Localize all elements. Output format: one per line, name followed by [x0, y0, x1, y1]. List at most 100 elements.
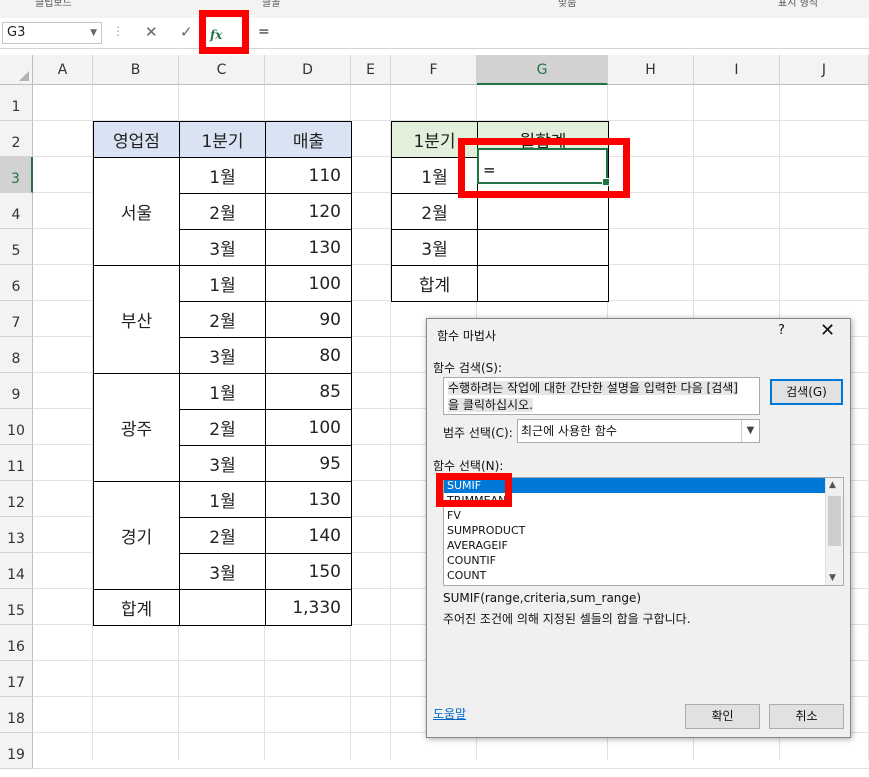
row-header-9[interactable]: 9: [0, 373, 33, 409]
summary-month-cell[interactable]: 1월: [391, 157, 478, 194]
select-all-button[interactable]: [0, 55, 33, 85]
sales-cell[interactable]: 95: [265, 445, 352, 482]
insert-function-icon[interactable]: fx: [210, 28, 222, 42]
row-header-5[interactable]: 5: [0, 229, 33, 265]
column-header-a[interactable]: A: [33, 55, 93, 85]
table-header-branch[interactable]: 영업점: [93, 121, 180, 158]
sales-cell[interactable]: 90: [265, 301, 352, 338]
category-select[interactable]: 최근에 사용한 함수 ▼: [517, 419, 760, 443]
function-list-item[interactable]: COUNT: [444, 568, 827, 583]
month-cell[interactable]: 3월: [179, 553, 266, 590]
month-cell[interactable]: 1월: [179, 265, 266, 302]
row-header-10[interactable]: 10: [0, 409, 33, 445]
month-cell[interactable]: 1월: [179, 373, 266, 410]
column-header-j[interactable]: J: [780, 55, 869, 85]
sales-cell[interactable]: 140: [265, 517, 352, 554]
row-header-16[interactable]: 16: [0, 625, 33, 661]
sales-cell[interactable]: 80: [265, 337, 352, 374]
fill-handle[interactable]: [602, 178, 610, 186]
summary-value-cell[interactable]: [477, 265, 609, 302]
sales-cell[interactable]: 100: [265, 265, 352, 302]
sales-cell[interactable]: 150: [265, 553, 352, 590]
month-cell[interactable]: 3월: [179, 229, 266, 266]
summary-header-quarter[interactable]: 1분기: [391, 121, 478, 158]
function-list-item[interactable]: FV: [444, 508, 827, 523]
function-list-item[interactable]: SUMIF: [444, 478, 827, 493]
month-cell[interactable]: 3월: [179, 337, 266, 374]
summary-month-cell[interactable]: 합계: [391, 265, 478, 302]
function-list-item[interactable]: COUNTIF: [444, 553, 827, 568]
row-header-4[interactable]: 4: [0, 193, 33, 229]
row-header-12[interactable]: 12: [0, 481, 33, 517]
row-header-8[interactable]: 8: [0, 337, 33, 373]
row-header-6[interactable]: 6: [0, 265, 33, 301]
sales-cell[interactable]: 130: [265, 229, 352, 266]
column-header-c[interactable]: C: [179, 55, 265, 85]
scroll-down-icon[interactable]: ▼: [829, 573, 836, 583]
sales-cell[interactable]: 85: [265, 373, 352, 410]
month-cell[interactable]: 2월: [179, 193, 266, 230]
row-header-18[interactable]: 18: [0, 697, 33, 733]
function-search-input[interactable]: 수행하려는 작업에 대한 간단한 설명을 입력한 다음 [검색] 을 클릭하십시…: [443, 377, 760, 415]
region-cell[interactable]: 부산: [93, 265, 180, 374]
formula-input[interactable]: =: [258, 24, 270, 40]
table-header-quarter[interactable]: 1분기: [179, 121, 266, 158]
row-header-2[interactable]: 2: [0, 121, 33, 157]
row-header-14[interactable]: 14: [0, 553, 33, 589]
column-header-f[interactable]: F: [391, 55, 477, 85]
cancel-icon[interactable]: ✕: [145, 23, 158, 41]
region-cell[interactable]: 서울: [93, 157, 180, 266]
region-cell[interactable]: 경기: [93, 481, 180, 590]
ok-button[interactable]: 확인: [685, 704, 760, 729]
help-icon[interactable]: ?: [778, 323, 785, 338]
close-icon[interactable]: ✕: [820, 320, 835, 341]
region-cell[interactable]: 광주: [93, 373, 180, 482]
help-link[interactable]: 도움말: [433, 705, 466, 722]
column-header-d[interactable]: D: [265, 55, 351, 85]
month-cell[interactable]: 1월: [179, 157, 266, 194]
summary-value-cell[interactable]: [477, 193, 609, 230]
sales-cell[interactable]: 120: [265, 193, 352, 230]
cancel-button[interactable]: 취소: [769, 704, 844, 729]
scroll-thumb[interactable]: [828, 496, 841, 546]
month-cell[interactable]: 2월: [179, 517, 266, 554]
row-header-15[interactable]: 15: [0, 589, 33, 625]
row-header-11[interactable]: 11: [0, 445, 33, 481]
row-header-1[interactable]: 1: [0, 85, 33, 121]
column-header-g[interactable]: G: [477, 55, 608, 85]
chevron-down-icon[interactable]: ▼: [741, 420, 759, 442]
summary-month-cell[interactable]: 2월: [391, 193, 478, 230]
list-scrollbar[interactable]: ▲ ▼: [825, 478, 843, 585]
function-list-item[interactable]: AVERAGEIF: [444, 538, 827, 553]
total-value-cell[interactable]: 1,330: [265, 589, 352, 626]
sales-cell[interactable]: 130: [265, 481, 352, 518]
total-empty-cell[interactable]: [179, 589, 266, 626]
total-label-cell[interactable]: 합계: [93, 589, 180, 626]
month-cell[interactable]: 2월: [179, 409, 266, 446]
row-header-17[interactable]: 17: [0, 661, 33, 697]
name-box[interactable]: G3 ▼: [2, 22, 102, 44]
chevron-down-icon[interactable]: ▼: [90, 23, 97, 43]
search-button[interactable]: 검색(G): [770, 379, 843, 405]
row-header-3[interactable]: 3: [0, 157, 33, 193]
column-header-i[interactable]: I: [694, 55, 780, 85]
column-header-b[interactable]: B: [93, 55, 179, 85]
sales-cell[interactable]: 100: [265, 409, 352, 446]
table-header-sales[interactable]: 매출: [265, 121, 352, 158]
function-list-item[interactable]: SUMPRODUCT: [444, 523, 827, 538]
active-cell-g3[interactable]: =: [477, 148, 610, 186]
function-list-item[interactable]: TRIMMEAN: [444, 493, 827, 508]
function-list[interactable]: SUMIF TRIMMEAN FV SUMPRODUCT AVERAGEIF COUNTI…: [443, 477, 844, 586]
column-header-e[interactable]: E: [351, 55, 391, 85]
month-cell[interactable]: 1월: [179, 481, 266, 518]
row-header-7[interactable]: 7: [0, 301, 33, 337]
row-header-19[interactable]: 19: [0, 733, 33, 769]
summary-value-cell[interactable]: [477, 229, 609, 266]
scroll-up-icon[interactable]: ▲: [829, 480, 836, 490]
sales-cell[interactable]: 110: [265, 157, 352, 194]
row-header-13[interactable]: 13: [0, 517, 33, 553]
column-header-h[interactable]: H: [608, 55, 694, 85]
enter-icon[interactable]: ✓: [180, 23, 193, 41]
summary-month-cell[interactable]: 3월: [391, 229, 478, 266]
month-cell[interactable]: 3월: [179, 445, 266, 482]
